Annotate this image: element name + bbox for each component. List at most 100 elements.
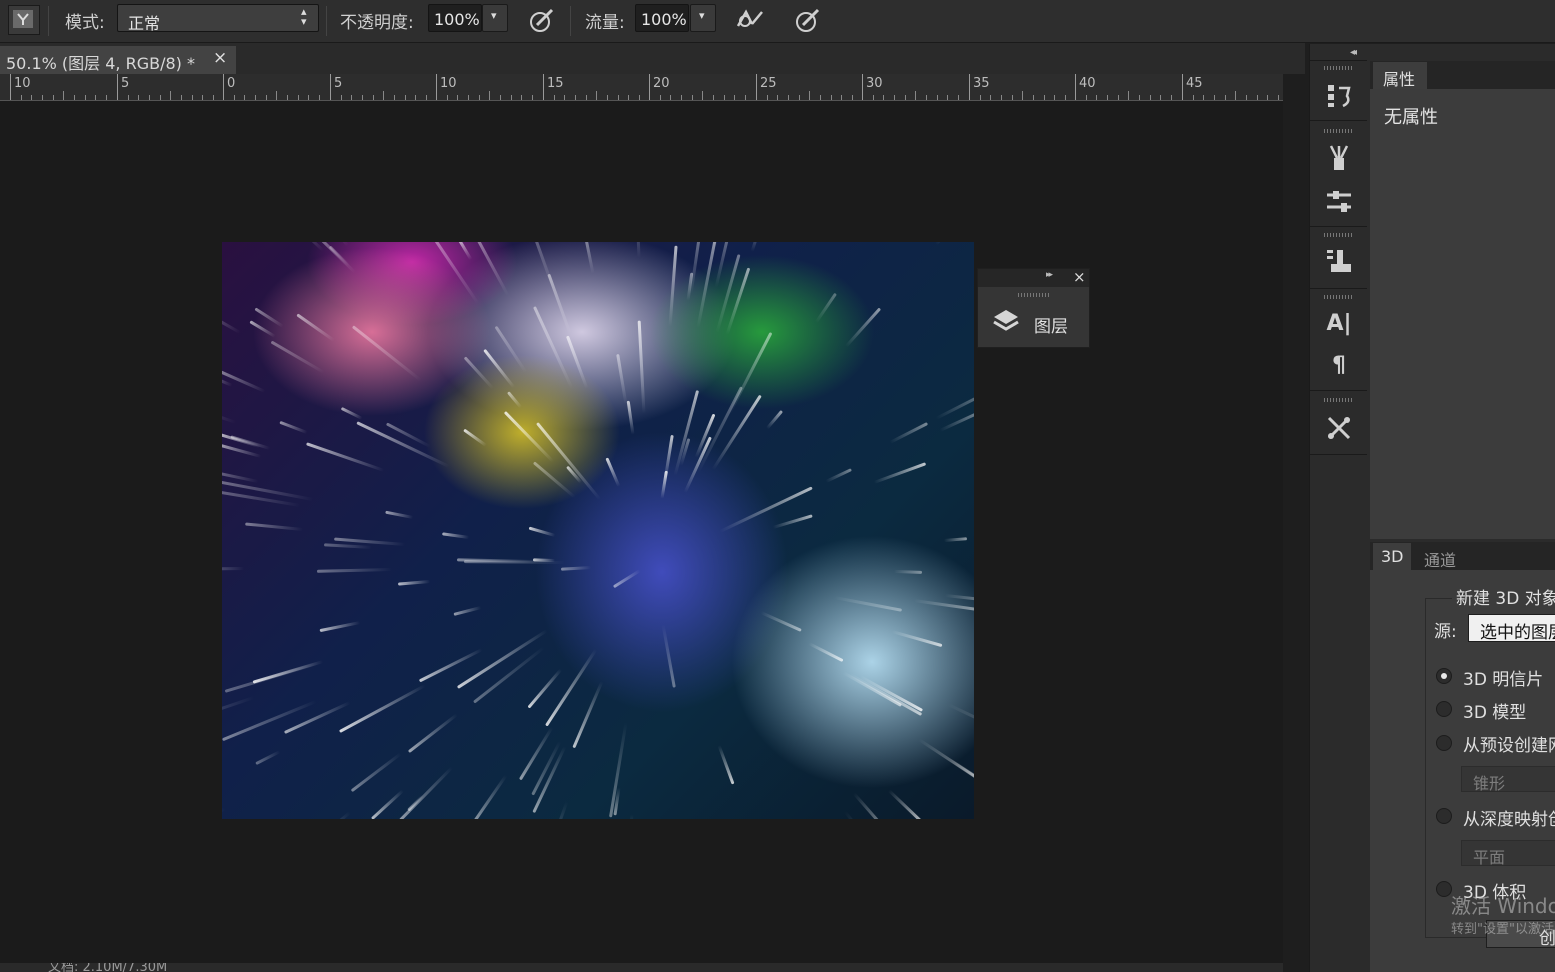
tab-3d[interactable]: 3D — [1373, 543, 1411, 570]
collapse-dock-button[interactable]: ◂◂ — [1350, 47, 1357, 58]
artwork-image[interactable] — [222, 242, 974, 819]
close-panel-button[interactable]: × — [1073, 268, 1086, 286]
ruler-minor-tick — [1096, 95, 1097, 100]
light-streak — [859, 675, 924, 713]
separator — [570, 6, 571, 36]
clone-source-icon[interactable] — [1325, 247, 1353, 275]
light-streak — [943, 537, 967, 542]
tool-preset-picker[interactable] — [8, 5, 40, 35]
flow-value: 100% — [641, 10, 687, 29]
ruler-minor-tick — [639, 95, 640, 100]
brush-presets-icon[interactable] — [1325, 144, 1353, 172]
ruler-label: 35 — [973, 76, 990, 91]
light-streak — [918, 738, 974, 790]
ruler-minor-tick — [298, 95, 299, 100]
light-streak — [430, 242, 479, 305]
light-streak — [398, 766, 453, 819]
ruler-minor-tick — [1044, 95, 1045, 100]
opacity-dropdown-button[interactable]: ▾ — [482, 4, 508, 32]
layers-panel-button[interactable]: 图层 — [990, 307, 1086, 339]
light-streak — [935, 372, 974, 420]
ruler-major-tick — [1182, 74, 1183, 100]
ruler-minor-tick — [394, 95, 395, 100]
ruler-minor-tick — [308, 95, 309, 100]
opacity-input[interactable]: 100% — [428, 4, 482, 32]
airbrush-icon — [736, 9, 763, 27]
ruler-minor-tick — [767, 95, 768, 100]
light-streak — [384, 510, 413, 519]
ruler-minor-tick — [373, 95, 374, 100]
radio-mesh-from-preset[interactable] — [1436, 735, 1452, 751]
light-streak — [547, 273, 572, 335]
tab-properties[interactable]: 属性 — [1373, 62, 1427, 89]
ruler-label: 25 — [760, 76, 777, 91]
light-streak — [824, 468, 852, 483]
strip-grip[interactable] — [1324, 66, 1354, 70]
ruler-minor-tick — [74, 95, 75, 100]
tool-presets-icon[interactable] — [1325, 414, 1353, 442]
mode-select[interactable]: 正常 ▴ ▾ — [117, 4, 319, 33]
ruler-minor-tick — [106, 95, 107, 100]
source-select[interactable]: 选中的图层 — [1468, 614, 1555, 643]
layers-icon — [993, 310, 1019, 331]
adjustments-icon[interactable] — [1325, 187, 1353, 215]
ruler-minor-tick — [1171, 95, 1172, 100]
light-streak — [519, 726, 554, 780]
strip-grip[interactable] — [1324, 129, 1354, 133]
ruler-minor-tick — [926, 95, 927, 100]
document-tab[interactable]: 50.1% (图层 4, RGB/8) * × — [0, 46, 236, 74]
ruler-minor-tick — [607, 95, 608, 100]
strip-grip[interactable] — [1324, 233, 1354, 237]
light-streak — [725, 267, 751, 336]
ruler-label: 45 — [1186, 76, 1203, 91]
pressure-size-button[interactable] — [793, 6, 823, 38]
floating-layers-panel: ▸▸ × 图层 — [977, 268, 1090, 348]
ruler-major-tick — [223, 74, 224, 100]
depth-map-select[interactable]: 平面 — [1461, 840, 1555, 867]
radio-3d-model[interactable] — [1436, 701, 1452, 717]
radio-3d-postcard[interactable] — [1436, 668, 1452, 684]
light-streak — [319, 621, 361, 633]
ruler-minor-tick — [521, 95, 522, 100]
character-icon[interactable]: A| — [1325, 310, 1353, 338]
ruler-minor-tick — [809, 91, 810, 100]
paragraph-icon[interactable]: ¶ — [1325, 352, 1353, 380]
ruler-minor-tick — [415, 95, 416, 100]
tab-channels[interactable]: 通道 — [1416, 543, 1466, 570]
flow-input[interactable]: 100% — [635, 4, 689, 32]
light-streak — [661, 624, 676, 689]
group-title: 新建 3D 对象 — [1452, 584, 1555, 609]
history-icon[interactable] — [1325, 82, 1353, 110]
ruler-minor-tick — [489, 91, 490, 100]
radio-3d-volume[interactable] — [1436, 881, 1452, 897]
panel-grip[interactable] — [1018, 293, 1050, 297]
light-streak — [887, 789, 930, 819]
flow-dropdown-button[interactable]: ▾ — [690, 4, 716, 32]
ruler-minor-tick — [447, 95, 448, 100]
light-streak — [891, 629, 943, 647]
pressure-opacity-button[interactable] — [527, 6, 557, 38]
ruler-minor-tick — [873, 95, 874, 100]
light-streak — [947, 702, 974, 751]
strip-grip[interactable] — [1324, 295, 1354, 299]
close-document-button[interactable]: × — [213, 48, 227, 68]
horizontal-ruler[interactable]: 10 5 0 5 10 15 20 25 30 35 40 45 — [0, 74, 1283, 101]
ruler-minor-tick — [1033, 95, 1034, 100]
tab-3d-label: 3D — [1381, 547, 1404, 566]
radio-mesh-from-depth[interactable] — [1436, 808, 1452, 824]
light-streak — [527, 668, 563, 710]
ruler-minor-tick — [31, 95, 32, 100]
ruler-minor-tick — [958, 95, 959, 100]
strip-divider — [1310, 454, 1367, 455]
document-size-status[interactable]: 文档: 2.10M/7.30M — [48, 963, 167, 972]
collapse-panel-button[interactable]: ▸▸ — [1046, 270, 1053, 280]
floating-panel-header[interactable]: ▸▸ × — [978, 268, 1089, 287]
strip-grip[interactable] — [1324, 398, 1354, 402]
light-streak — [605, 457, 621, 488]
airbrush-button[interactable] — [734, 6, 766, 36]
ruler-minor-tick — [799, 95, 800, 100]
light-streak — [807, 642, 844, 663]
ruler-major-tick — [543, 74, 544, 100]
light-streak — [463, 428, 488, 447]
preset-select[interactable]: 锥形 — [1461, 766, 1555, 793]
